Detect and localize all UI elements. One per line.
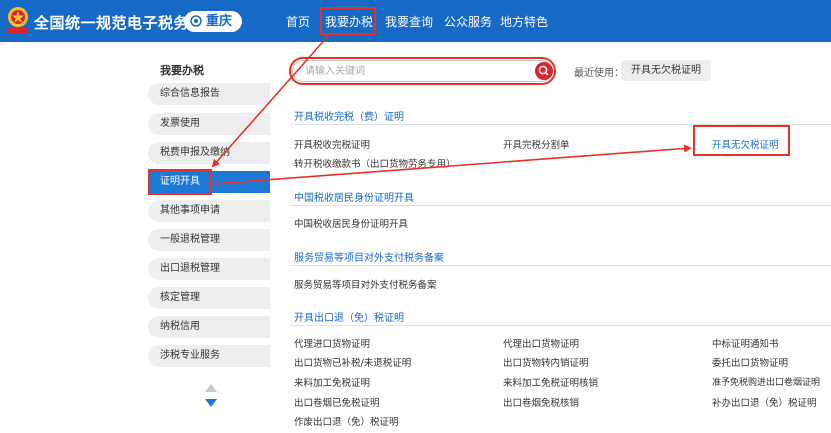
search-annotation-box xyxy=(289,57,556,85)
link-export-8[interactable]: 准予免税购进出口卷烟证明 xyxy=(712,375,820,388)
sidebar-item-export-refund[interactable]: 出口退税管理 xyxy=(148,258,270,280)
section-title-export-refund-cert: 开具出口退（免）税证明 xyxy=(294,313,404,324)
link-export-10[interactable]: 出口卷烟免税核销 xyxy=(503,395,579,409)
tax-emblem-icon xyxy=(8,7,28,33)
location-pin-icon xyxy=(190,15,202,27)
target-annotation-box xyxy=(693,125,790,156)
link-payment-split[interactable]: 开具完税分割单 xyxy=(503,137,570,151)
region-selector[interactable]: 重庆 xyxy=(184,11,242,32)
sidebar-item-other-apply[interactable]: 其他事项申请 xyxy=(148,200,270,222)
link-export-5[interactable]: 委托出口货物证明 xyxy=(712,355,788,369)
sidebar-item-invoice[interactable]: 发票使用 xyxy=(148,113,270,135)
sidebar-heading: 我要办税 xyxy=(160,64,204,77)
link-export-6[interactable]: 来料加工免税证明 xyxy=(294,375,370,389)
region-label: 重庆 xyxy=(206,14,233,29)
section-divider xyxy=(290,265,831,266)
link-export-12[interactable]: 作废出口退（免）税证明 xyxy=(294,414,399,428)
sidebar-item-assessment[interactable]: 核定管理 xyxy=(148,287,270,309)
link-export-4[interactable]: 出口货物转内销证明 xyxy=(503,355,589,369)
nav-local-features[interactable]: 地方特色 xyxy=(500,13,548,30)
section-title-tax-cert: 开具税收完税（费）证明 xyxy=(294,112,404,123)
scroll-arrows-icon[interactable] xyxy=(203,383,219,409)
nav-query[interactable]: 我要查询 xyxy=(385,13,433,30)
link-tax-payment-cert[interactable]: 开具税收完税证明 xyxy=(294,137,370,151)
link-export-2[interactable]: 中标证明通知书 xyxy=(712,336,779,350)
link-service-trade-filing[interactable]: 服务贸易等项目对外支付税务备案 xyxy=(294,277,437,291)
recent-item-chip[interactable]: 开具无欠税证明 xyxy=(621,60,711,81)
sidebar-annotation-box xyxy=(148,169,212,195)
site-title[interactable]: 全国统一规范电子税务局 xyxy=(34,12,205,33)
link-transfer-payment-book[interactable]: 转开税收缴款书（出口货物劳务专用） xyxy=(294,156,456,170)
section-divider xyxy=(290,205,831,206)
nav-home[interactable]: 首页 xyxy=(286,13,310,30)
search-icon xyxy=(538,65,549,76)
recent-label: 最近使用： xyxy=(574,68,624,79)
link-export-1[interactable]: 代理出口货物证明 xyxy=(503,336,579,350)
link-export-9[interactable]: 出口卷烟已免税证明 xyxy=(294,395,380,409)
sidebar-item-credit[interactable]: 纳税信用 xyxy=(148,316,270,338)
search-button[interactable] xyxy=(535,62,553,80)
link-export-0[interactable]: 代理进口货物证明 xyxy=(294,336,370,350)
page: 全国统一规范电子税务局 重庆 首页 我要办税 我要查询 公众服务 地方特色 我要… xyxy=(0,0,831,433)
link-export-11[interactable]: 补办出口退（免）税证明 xyxy=(712,395,817,409)
sidebar-item-refund[interactable]: 一般退税管理 xyxy=(148,229,270,251)
link-export-7[interactable]: 来料加工免税证明核销 xyxy=(503,375,598,389)
link-resident-cert[interactable]: 中国税收居民身份证明开具 xyxy=(294,216,408,230)
link-export-3[interactable]: 出口货物已补税/未退税证明 xyxy=(294,355,411,369)
sidebar-item-declare-pay[interactable]: 税费申报及缴纳 xyxy=(148,142,270,164)
section-divider xyxy=(290,325,831,326)
nav-public-service[interactable]: 公众服务 xyxy=(444,13,492,30)
nav-annotation-box xyxy=(320,7,376,35)
header-bar: 全国统一规范电子税务局 重庆 首页 我要办税 我要查询 公众服务 地方特色 xyxy=(0,0,831,42)
sidebar-item-professional[interactable]: 涉税专业服务 xyxy=(148,345,270,367)
section-title-resident-cert: 中国税收居民身份证明开具 xyxy=(294,193,414,204)
sidebar-item-info-report[interactable]: 综合信息报告 xyxy=(148,83,270,105)
section-title-service-trade: 服务贸易等项目对外支付税务备案 xyxy=(294,253,444,264)
